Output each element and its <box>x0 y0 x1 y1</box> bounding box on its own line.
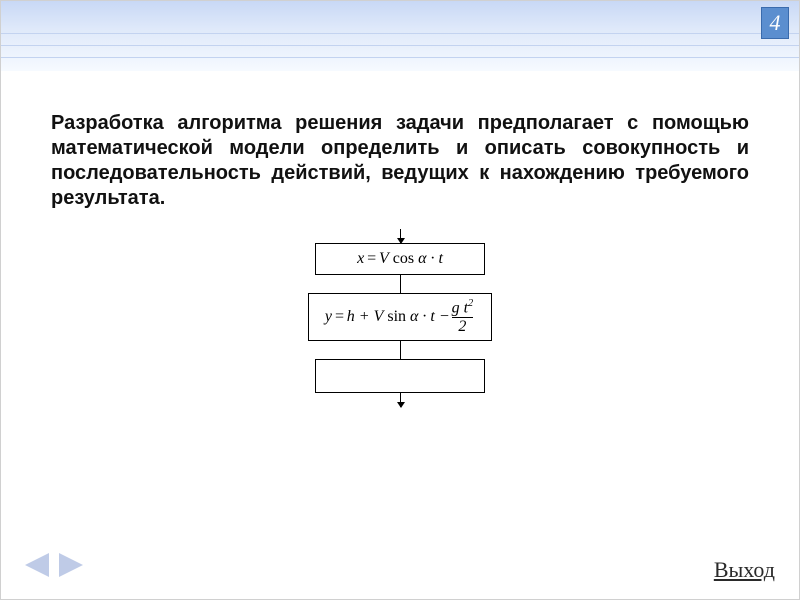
flow-block-1: x = V cos α · t <box>315 243 485 275</box>
flow-block-3 <box>315 359 485 393</box>
connector-1-2 <box>400 275 401 293</box>
b1-lhs: x <box>357 250 364 268</box>
connector-out <box>400 393 401 407</box>
page-number: 4 <box>761 7 789 39</box>
b2-eq: = <box>334 308 345 326</box>
connector-in <box>400 229 401 243</box>
header-banner: 4 <box>1 1 799 71</box>
b2-lhs: y <box>325 308 332 326</box>
flowchart: x = V cos α · t y = h + V sin α · t − g … <box>51 229 749 407</box>
exit-link[interactable]: Выход <box>714 557 775 583</box>
next-arrow-icon[interactable] <box>59 553 83 577</box>
flow-block-2: y = h + V sin α · t − g t2 2 <box>308 293 492 341</box>
nav-controls <box>25 553 83 577</box>
paragraph: Разработка алгоритма решения задачи пред… <box>51 111 749 211</box>
b1-rhs: V cos α · t <box>379 250 443 268</box>
connector-2-3 <box>400 341 401 359</box>
b2-fraction: g t2 2 <box>450 298 475 336</box>
b1-eq: = <box>366 250 377 268</box>
content-area: Разработка алгоритма решения задачи пред… <box>1 71 799 407</box>
b2-rhs-linear: h + V sin α · t − <box>347 308 450 326</box>
bold-lead: Разработка алгоритма <box>51 112 295 134</box>
prev-arrow-icon[interactable] <box>25 553 49 577</box>
